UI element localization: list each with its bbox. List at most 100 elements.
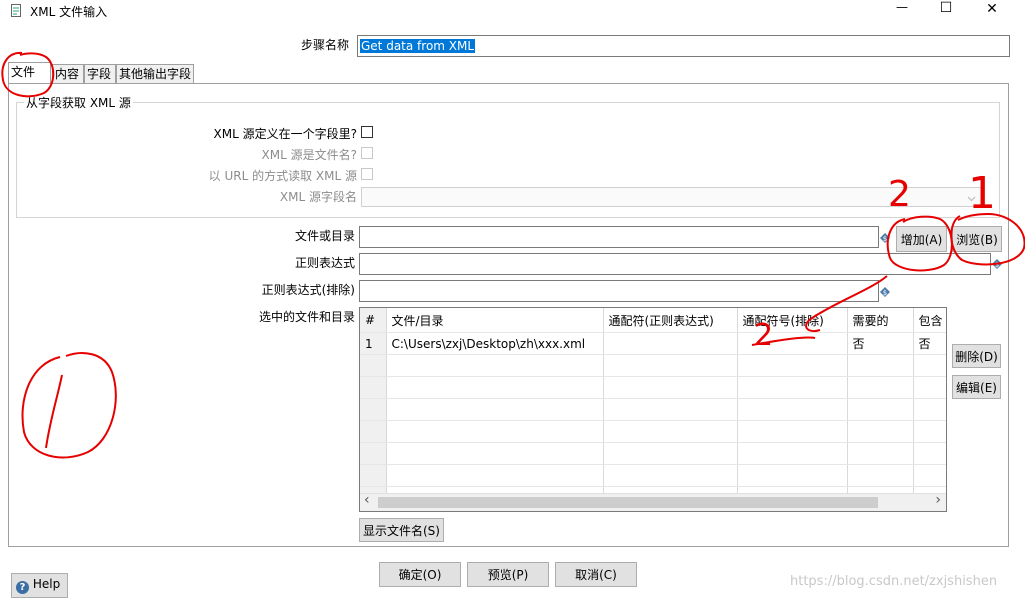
regex-exclude-label: 正则表达式(排除) — [261, 283, 355, 297]
table-row[interactable] — [360, 420, 946, 443]
table-cell[interactable] — [386, 398, 604, 421]
table-cell[interactable] — [913, 376, 946, 399]
step-name-input[interactable]: Get data from XML — [357, 35, 1010, 57]
delete-button[interactable]: 删除(D) — [952, 344, 1001, 368]
column-header[interactable]: 通配符号(排除) — [737, 308, 848, 333]
table-cell[interactable] — [360, 442, 387, 465]
column-header[interactable]: 文件/目录 — [386, 308, 604, 333]
selected-files-label: 选中的文件和目录 — [258, 310, 355, 324]
add-button[interactable]: 增加(A) — [896, 226, 947, 252]
minimize-icon[interactable]: — — [892, 0, 912, 14]
table-row[interactable] — [360, 376, 946, 399]
scroll-left-icon[interactable]: ‹ — [364, 492, 370, 508]
table-cell[interactable] — [603, 442, 738, 465]
xml-is-filename-label: XML 源是文件名? — [261, 148, 357, 162]
preview-button[interactable]: 预览(P) — [467, 562, 549, 587]
table-cell[interactable] — [386, 354, 604, 377]
regex-label: 正则表达式 — [294, 256, 355, 270]
cancel-button[interactable]: 取消(C) — [555, 562, 637, 587]
table-cell[interactable] — [737, 398, 848, 421]
table-cell[interactable] — [847, 420, 914, 443]
table-cell[interactable] — [386, 420, 604, 443]
show-filenames-button[interactable]: 显示文件名(S) — [359, 518, 444, 542]
table-cell[interactable]: 否 — [847, 332, 914, 355]
tab-file[interactable]: 文件 — [8, 62, 51, 84]
help-button[interactable]: ? Help — [11, 573, 68, 598]
table-cell[interactable]: 否 — [913, 332, 946, 355]
table-row[interactable] — [360, 442, 946, 465]
table-cell[interactable] — [913, 398, 946, 421]
source-group-title: 从字段获取 XML 源 — [24, 94, 133, 111]
tab-fields[interactable]: 字段 — [84, 64, 116, 83]
table-cell[interactable] — [847, 442, 914, 465]
maximize-icon[interactable]: ☐ — [936, 0, 956, 16]
table-row[interactable] — [360, 398, 946, 421]
source-field-label: XML 源字段名 — [279, 190, 357, 204]
xml-in-field-checkbox[interactable] — [361, 126, 373, 138]
table-header-row: # 文件/目录 通配符(正则表达式) 通配符号(排除) 需要的 包含 — [360, 308, 946, 333]
regex-input[interactable] — [359, 253, 991, 275]
table-cell[interactable] — [737, 332, 848, 355]
table-cell[interactable] — [847, 398, 914, 421]
table-cell[interactable] — [913, 420, 946, 443]
table-cell[interactable] — [603, 420, 738, 443]
table-cell[interactable] — [913, 464, 946, 487]
table-cell[interactable] — [603, 332, 738, 355]
table-cell[interactable] — [360, 398, 387, 421]
table-cell[interactable] — [360, 376, 387, 399]
column-header[interactable]: 包含 — [913, 308, 946, 333]
table-cell[interactable] — [847, 354, 914, 377]
column-header[interactable]: 需要的 — [847, 308, 914, 333]
step-name-value: Get data from XML — [360, 39, 476, 53]
source-field-select[interactable] — [361, 187, 982, 207]
table-cell[interactable] — [737, 442, 848, 465]
scroll-right-icon[interactable]: › — [935, 492, 941, 508]
table-cell[interactable] — [360, 420, 387, 443]
help-label: Help — [32, 577, 61, 591]
svg-text:$: $ — [883, 235, 887, 243]
column-header[interactable]: 通配符(正则表达式) — [603, 308, 738, 333]
scrollbar-thumb[interactable] — [378, 497, 878, 508]
table-cell[interactable] — [737, 354, 848, 377]
table-cell[interactable] — [603, 464, 738, 487]
table-cell[interactable] — [913, 354, 946, 377]
table-cell[interactable] — [603, 376, 738, 399]
table-cell[interactable] — [360, 354, 387, 377]
horizontal-scrollbar[interactable]: ‹ › — [360, 492, 946, 511]
column-header[interactable]: # — [360, 308, 387, 333]
file-or-dir-input[interactable] — [359, 226, 879, 248]
table-cell[interactable] — [360, 464, 387, 487]
tab-fields-label: 字段 — [87, 67, 112, 81]
table-cell[interactable] — [737, 420, 848, 443]
selected-files-table[interactable]: # 文件/目录 通配符(正则表达式) 通配符号(排除) 需要的 包含 1 C:\Users\… — [359, 307, 947, 512]
ok-button[interactable]: 确定(O) — [379, 562, 461, 587]
table-cell[interactable]: 1 — [360, 332, 387, 355]
svg-text:$: $ — [995, 261, 999, 269]
tab-additional-output[interactable]: 其他输出字段 — [116, 64, 194, 83]
table-row[interactable] — [360, 354, 946, 377]
table-cell[interactable] — [603, 354, 738, 377]
tab-content-label: 内容 — [55, 67, 80, 81]
table-cell[interactable] — [737, 464, 848, 487]
window-title: XML 文件输入 — [30, 5, 108, 19]
regex-exclude-input[interactable] — [359, 280, 879, 302]
tab-file-label: 文件 — [11, 65, 36, 79]
close-icon[interactable]: ✕ — [982, 1, 1002, 17]
table-cell[interactable] — [913, 442, 946, 465]
table-cell[interactable] — [847, 464, 914, 487]
table-cell[interactable] — [737, 376, 848, 399]
browse-button[interactable]: 浏览(B) — [952, 226, 1002, 252]
table-row[interactable] — [360, 464, 946, 487]
edit-button[interactable]: 编辑(E) — [952, 375, 1001, 399]
read-url-label: 以 URL 的方式读取 XML 源 — [208, 169, 357, 183]
table-row[interactable]: 1 C:\Users\zxj\Desktop\zh\xxx.xml 否否 — [360, 332, 946, 355]
table-cell[interactable]: C:\Users\zxj\Desktop\zh\xxx.xml — [386, 332, 604, 355]
table-cell[interactable] — [386, 376, 604, 399]
table-cell[interactable] — [386, 464, 604, 487]
read-url-checkbox[interactable] — [361, 168, 373, 180]
table-cell[interactable] — [386, 442, 604, 465]
xml-is-filename-checkbox[interactable] — [361, 147, 373, 159]
table-cell[interactable] — [847, 376, 914, 399]
table-cell[interactable] — [603, 398, 738, 421]
tab-content[interactable]: 内容 — [52, 64, 84, 83]
